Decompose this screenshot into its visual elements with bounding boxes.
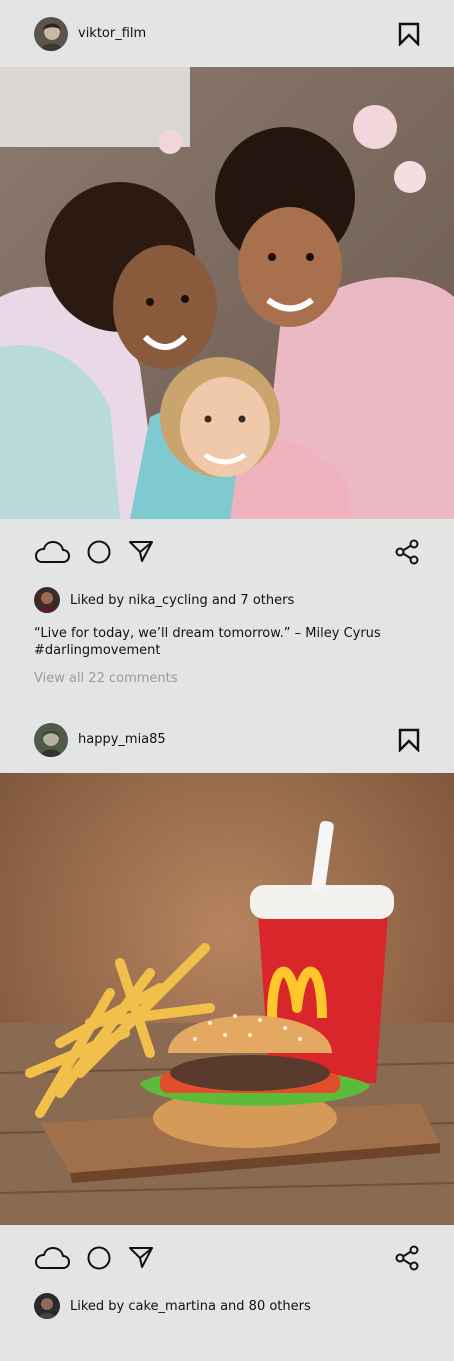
- feed: viktor_film Liked by nika_cycling and 7 …: [0, 0, 454, 1361]
- likes-text[interactable]: Liked by nika_cycling and 7 others: [70, 593, 294, 608]
- avatar[interactable]: [34, 722, 68, 757]
- user-info[interactable]: viktor_film: [34, 16, 146, 51]
- circle-icon[interactable]: [86, 1245, 112, 1271]
- likes-text[interactable]: Liked by cake_martina and 80 others: [70, 1299, 311, 1314]
- cloud-icon[interactable]: [34, 1245, 70, 1271]
- send-icon[interactable]: [128, 539, 154, 565]
- post-image[interactable]: [0, 773, 454, 1225]
- post-header: viktor_film: [0, 0, 454, 67]
- bookmark-icon[interactable]: [398, 728, 420, 752]
- view-comments-link[interactable]: View all 22 comments: [0, 659, 454, 686]
- share-icon[interactable]: [394, 1245, 420, 1271]
- post-actions: [0, 1225, 454, 1291]
- send-icon[interactable]: [128, 1245, 154, 1271]
- likes-row: Liked by nika_cycling and 7 others: [0, 585, 454, 615]
- caption: “Live for today, we’ll dream tomorrow.” …: [0, 615, 454, 659]
- user-info[interactable]: happy_mia85: [34, 722, 166, 757]
- hashtag-link[interactable]: #darlingmovement: [34, 642, 420, 659]
- post-image[interactable]: [0, 67, 454, 519]
- post-header: happy_mia85: [0, 706, 454, 773]
- post: happy_mia85 Liked by cake_martina and 80…: [0, 706, 454, 1321]
- username[interactable]: viktor_film: [78, 26, 146, 41]
- circle-icon[interactable]: [86, 539, 112, 565]
- post: viktor_film Liked by nika_cycling and 7 …: [0, 0, 454, 686]
- share-icon[interactable]: [394, 539, 420, 565]
- username[interactable]: happy_mia85: [78, 732, 166, 747]
- avatar[interactable]: [34, 16, 68, 51]
- liker-avatar[interactable]: [34, 587, 60, 613]
- liker-avatar[interactable]: [34, 1293, 60, 1319]
- post-actions: [0, 519, 454, 585]
- caption-text: “Live for today, we’ll dream tomorrow.” …: [34, 626, 381, 641]
- bookmark-icon[interactable]: [398, 22, 420, 46]
- likes-row: Liked by cake_martina and 80 others: [0, 1291, 454, 1321]
- cloud-icon[interactable]: [34, 539, 70, 565]
